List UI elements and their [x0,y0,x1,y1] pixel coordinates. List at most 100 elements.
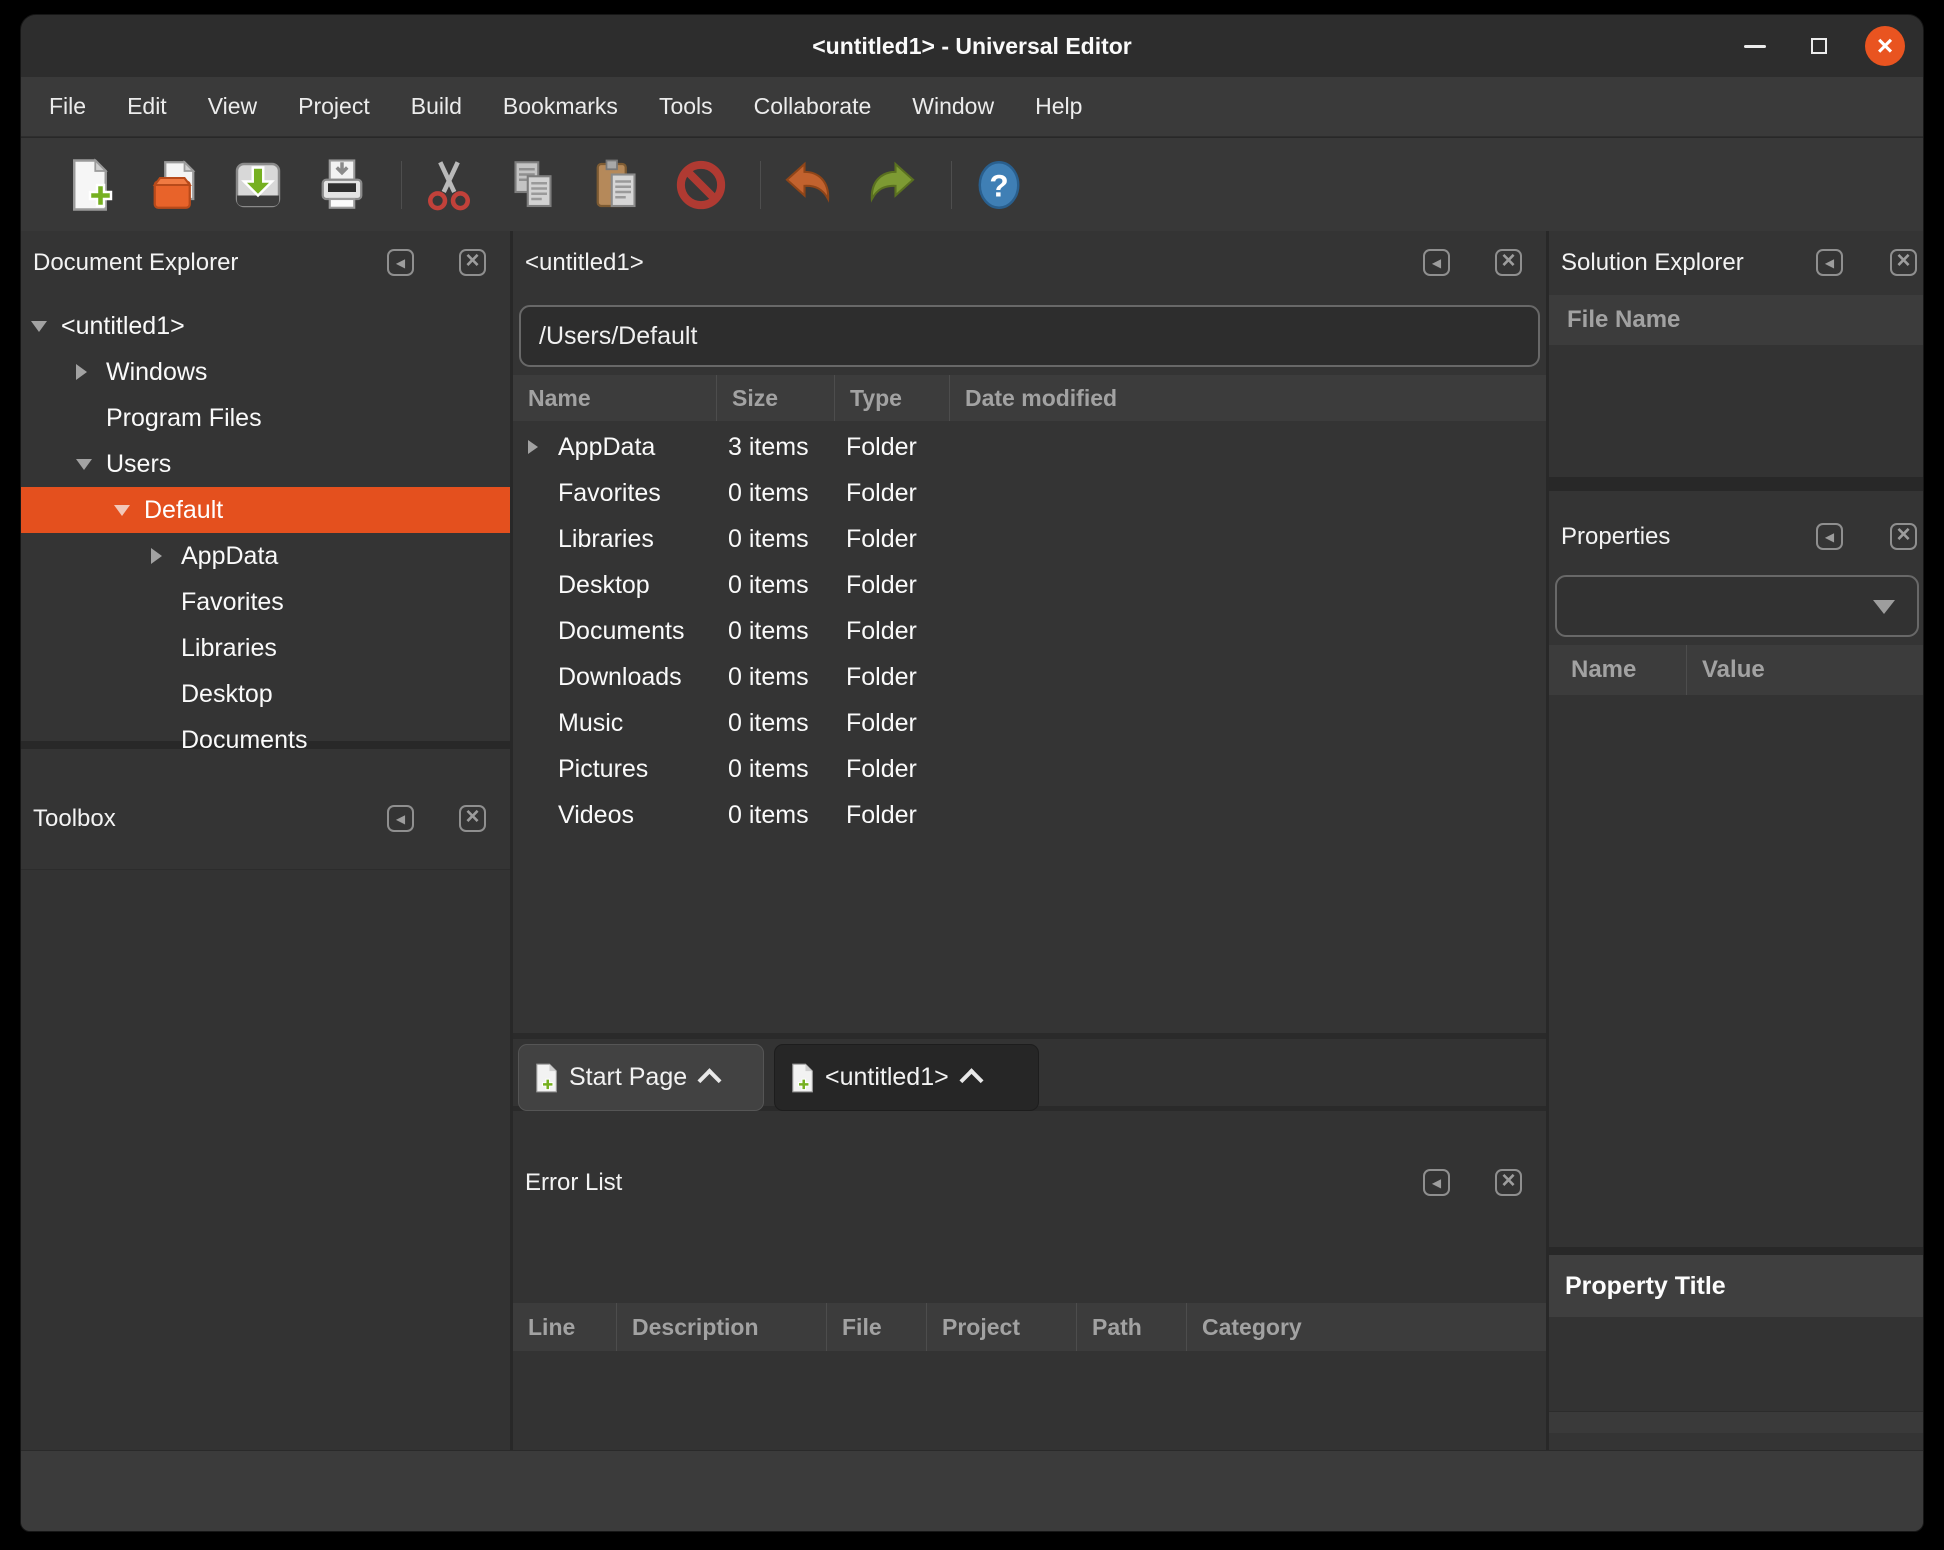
chevron-down-icon[interactable] [76,459,106,470]
menu-edit[interactable]: Edit [127,93,167,120]
column-header-path[interactable]: Path [1076,1303,1186,1351]
tree-label: Documents [181,726,307,750]
paste-button[interactable] [588,156,646,214]
chevron-up-icon[interactable] [959,1068,983,1092]
file-row-pictures[interactable]: Pictures 0 items Folder [513,746,1546,792]
properties-table-body [1549,695,1924,1247]
close-button[interactable]: × [1857,15,1913,77]
column-header-name[interactable]: Name [513,375,716,421]
minimize-button[interactable] [1733,15,1777,77]
close-panel-button[interactable]: × [1890,523,1917,550]
dock-panel-button[interactable]: ◀ [1423,249,1450,276]
tree-item-default-selected[interactable]: Default [21,487,510,533]
redo-button[interactable] [863,156,921,214]
tab-untitled1[interactable]: <untitled1> [774,1044,1039,1111]
toolbox-content [21,869,510,1452]
menu-project[interactable]: Project [298,93,370,120]
tree-item-libraries[interactable]: Libraries [21,625,510,671]
dock-panel-button[interactable]: ◀ [1423,1169,1450,1196]
file-type: Folder [834,663,949,692]
tree-item-windows[interactable]: Windows [21,349,510,395]
column-header-line[interactable]: Line [513,1303,616,1351]
file-row-appdata[interactable]: AppData 3 items Folder [513,424,1546,470]
file-table-body: AppData 3 items Folder Favorites 0 items… [513,424,1546,838]
file-row-videos[interactable]: Videos 0 items Folder [513,792,1546,838]
menu-view[interactable]: View [208,93,257,120]
column-header-file-name[interactable]: File Name [1549,295,1924,345]
print-button[interactable] [313,156,371,214]
expand-arrow-icon[interactable] [528,440,558,454]
menu-collaborate[interactable]: Collaborate [754,93,872,120]
undo-button[interactable] [779,156,837,214]
chevron-down-icon[interactable] [31,321,61,332]
dock-panel-button[interactable]: ◀ [1816,523,1843,550]
file-row-favorites[interactable]: Favorites 0 items Folder [513,470,1546,516]
tree-item-untitled1[interactable]: <untitled1> [21,303,510,349]
chevron-down-icon[interactable] [114,505,144,516]
stop-button[interactable] [672,156,730,214]
tree-label: Users [106,450,171,479]
close-panel-button[interactable]: × [459,805,486,832]
menu-tools[interactable]: Tools [659,93,713,120]
tree-item-favorites[interactable]: Favorites [21,579,510,625]
save-button[interactable] [229,156,287,214]
svg-text:?: ? [989,167,1008,203]
menu-bookmarks[interactable]: Bookmarks [503,93,618,120]
column-header-size[interactable]: Size [716,375,834,421]
tree-item-program-files[interactable]: Program Files [21,395,510,441]
column-header-category[interactable]: Category [1186,1303,1546,1351]
column-header-type[interactable]: Type [834,375,949,421]
tree-item-desktop[interactable]: Desktop [21,671,510,717]
chevron-up-icon[interactable] [698,1068,722,1092]
dock-panel-button[interactable]: ◀ [387,249,414,276]
file-row-libraries[interactable]: Libraries 0 items Folder [513,516,1546,562]
close-panel-button[interactable]: × [459,249,486,276]
titlebar[interactable]: <untitled1> - Universal Editor × [21,15,1923,77]
menu-window[interactable]: Window [912,93,994,120]
file-row-documents[interactable]: Documents 0 items Folder [513,608,1546,654]
tab-start-page[interactable]: Start Page [518,1044,764,1111]
close-panel-button[interactable]: × [1495,1169,1522,1196]
tree-item-users[interactable]: Users [21,441,510,487]
column-header-description[interactable]: Description [616,1303,826,1351]
object-selector-dropdown[interactable] [1555,575,1919,637]
column-header-date-modified[interactable]: Date modified [949,375,1546,421]
maximize-button[interactable] [1797,15,1841,77]
chevron-right-icon[interactable] [76,364,106,380]
new-file-button[interactable] [61,156,119,214]
splitter[interactable] [1549,1247,1924,1255]
help-button[interactable]: ? [970,156,1028,214]
tree-label: AppData [181,542,278,571]
file-row-desktop[interactable]: Desktop 0 items Folder [513,562,1546,608]
dock-panel-button[interactable]: ◀ [387,805,414,832]
tree-item-documents-clipped[interactable]: Documents [21,717,510,749]
column-header-project[interactable]: Project [926,1303,1076,1351]
menu-help[interactable]: Help [1035,93,1082,120]
path-input[interactable]: /Users/Default [519,305,1540,367]
tree-item-appdata[interactable]: AppData [21,533,510,579]
document-icon [789,1063,815,1093]
document-explorer-header: Document Explorer [21,231,510,295]
toolbar-separator [760,161,761,209]
column-header-file[interactable]: File [826,1303,926,1351]
file-type: Folder [834,479,949,508]
menu-file[interactable]: File [49,93,86,120]
chevron-right-icon[interactable] [151,548,181,564]
close-panel-button[interactable]: × [1890,249,1917,276]
column-header-prop-name[interactable]: Name [1549,645,1686,695]
document-tree: <untitled1> Windows Program Files Users … [21,295,510,749]
properties-panel: Properties ◀ × Name Value Property Title [1549,491,1924,1451]
file-row-music[interactable]: Music 0 items Folder [513,700,1546,746]
column-header-prop-value[interactable]: Value [1686,645,1924,695]
menu-build[interactable]: Build [411,93,462,120]
dock-panel-button[interactable]: ◀ [1816,249,1843,276]
properties-header: Properties [1549,505,1924,569]
open-button[interactable] [145,156,203,214]
file-row-downloads[interactable]: Downloads 0 items Folder [513,654,1546,700]
cut-button[interactable] [420,156,478,214]
document-tab-bar: Start Page <untitled1> [513,1033,1546,1111]
copy-button[interactable] [504,156,562,214]
paste-icon [589,157,645,213]
path-value: /Users/Default [539,322,697,351]
close-panel-button[interactable]: × [1495,249,1522,276]
